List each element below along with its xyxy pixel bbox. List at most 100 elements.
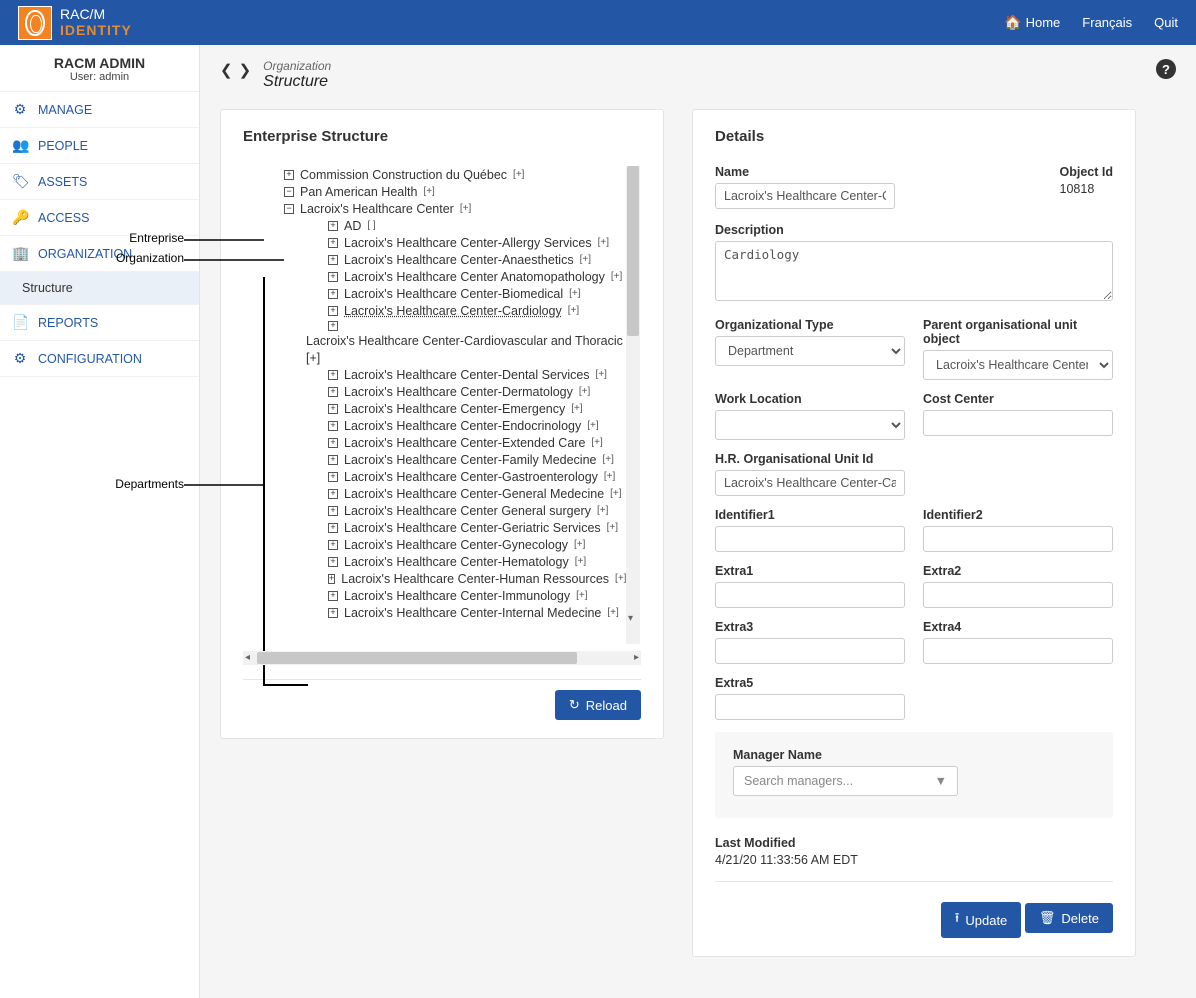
tree-node[interactable]: −Lacroix's Healthcare Center [+] (284, 200, 626, 217)
expand-icon[interactable]: + (328, 489, 338, 499)
scroll-thumb-h[interactable] (257, 652, 577, 664)
tree-node[interactable]: +Lacroix's Healthcare Center-Internal Me… (284, 604, 626, 621)
expand-icon[interactable]: + (328, 608, 338, 618)
expand-icon[interactable]: + (328, 540, 338, 550)
cost-input[interactable] (923, 410, 1113, 436)
nav-people[interactable]: 👥PEOPLE (0, 128, 199, 164)
e4-input[interactable] (923, 638, 1113, 664)
tree-node[interactable]: +Lacroix's Healthcare Center-Family Mede… (284, 451, 626, 468)
help-icon[interactable]: ? (1156, 59, 1176, 79)
expand-icon[interactable]: + (328, 472, 338, 482)
scroll-left-icon[interactable]: ◂ (245, 652, 250, 663)
inline-link-icon[interactable]: [+] (587, 420, 598, 431)
parent-select[interactable]: Lacroix's Healthcare Center (923, 350, 1113, 380)
expand-icon[interactable]: + (328, 255, 338, 265)
tree-node[interactable]: +Lacroix's Healthcare Center-Hematology … (284, 553, 626, 570)
tree-node[interactable]: +Lacroix's Healthcare Center-Gastroenter… (284, 468, 626, 485)
e3-input[interactable] (715, 638, 905, 664)
nav-reports[interactable]: 📄REPORTS (0, 305, 199, 341)
tree-node[interactable]: +Lacroix's Healthcare Center-Extended Ca… (284, 434, 626, 451)
inline-link-icon[interactable]: [+] (602, 454, 613, 465)
tree-node[interactable]: +Lacroix's Healthcare Center General sur… (284, 502, 626, 519)
inline-link-icon[interactable]: [+] (460, 203, 471, 214)
inline-link-icon[interactable]: [+] (569, 288, 580, 299)
scroll-right-icon[interactable]: ▸ (634, 652, 639, 663)
id1-input[interactable] (715, 526, 905, 552)
reload-button[interactable]: ↻Reload (555, 690, 641, 720)
manager-combo[interactable]: Search managers... ▼ (733, 766, 958, 796)
inline-link-icon[interactable]: [+] (591, 437, 602, 448)
inline-link-icon[interactable]: [+] (580, 254, 591, 265)
nav-down-icon[interactable]: ❯ (239, 61, 252, 79)
tree-node[interactable]: +Lacroix's Healthcare Center-Immunology … (284, 587, 626, 604)
id2-input[interactable] (923, 526, 1113, 552)
inline-link-icon[interactable]: [+] (579, 386, 590, 397)
inline-link-icon[interactable]: [+] (576, 590, 587, 601)
language-link[interactable]: Français (1082, 15, 1132, 30)
inline-link-icon[interactable]: [+] (607, 522, 618, 533)
expand-icon[interactable]: + (328, 387, 338, 397)
tree-node[interactable]: +Lacroix's Healthcare Center-Human Resso… (284, 570, 626, 587)
tree-node[interactable]: +Lacroix's Healthcare Center-Endocrinolo… (284, 417, 626, 434)
name-input[interactable] (715, 183, 895, 209)
home-link[interactable]: 🏠Home (1004, 14, 1060, 31)
inline-link-icon[interactable]: [+] (575, 556, 586, 567)
inline-link-icon[interactable]: [+] (611, 271, 622, 282)
inline-link-icon[interactable]: [+] (598, 237, 609, 248)
expand-icon[interactable]: + (328, 421, 338, 431)
nav-manage[interactable]: ⚙MANAGE (0, 92, 199, 128)
inline-link-icon[interactable]: [+] (604, 471, 615, 482)
tree-node[interactable]: +Lacroix's Healthcare Center Anatomopath… (284, 268, 626, 285)
scroll-thumb[interactable] (627, 166, 639, 336)
inline-link-icon[interactable]: [+] (513, 169, 524, 180)
expand-icon[interactable]: + (328, 523, 338, 533)
expand-icon[interactable]: + (328, 506, 338, 516)
inline-link-icon[interactable]: [+] (574, 539, 585, 550)
expand-icon[interactable]: − (284, 187, 294, 197)
tree-node[interactable]: +Lacroix's Healthcare Center-Anaesthetic… (284, 251, 626, 268)
inline-link-icon[interactable]: [+] (423, 186, 434, 197)
description-input[interactable]: Cardiology (715, 241, 1113, 301)
tree-node[interactable]: [+] (284, 349, 626, 366)
tree-node[interactable]: +Lacroix's Healthcare Center-Dermatology… (284, 383, 626, 400)
workloc-select[interactable] (715, 410, 905, 440)
tree-node[interactable]: +Commission Construction du Québec [+] (284, 166, 626, 183)
inline-link-icon[interactable]: [+] (610, 488, 621, 499)
tree-node[interactable]: +Lacroix's Healthcare Center-Cardiology … (284, 302, 626, 319)
expand-icon[interactable]: + (328, 574, 335, 584)
expand-icon[interactable]: + (328, 404, 338, 414)
nav-configuration[interactable]: ⚙CONFIGURATION (0, 341, 199, 377)
orgtype-select[interactable]: Department (715, 336, 905, 366)
tree-node[interactable]: +Lacroix's Healthcare Center-Gynecology … (284, 536, 626, 553)
scroll-down-icon[interactable]: ▾ (628, 613, 633, 624)
expand-icon[interactable]: + (328, 438, 338, 448)
nav-structure[interactable]: Structure (0, 272, 199, 305)
tree-node[interactable]: +Lacroix's Healthcare Center-Emergency [… (284, 400, 626, 417)
expand-icon[interactable]: + (328, 321, 338, 331)
tree-node[interactable]: +Lacroix's Healthcare Center-Allergy Ser… (284, 234, 626, 251)
inline-link-icon[interactable]: [+] (571, 403, 582, 414)
expand-icon[interactable]: + (328, 289, 338, 299)
quit-link[interactable]: Quit (1154, 15, 1178, 30)
expand-icon[interactable]: + (328, 306, 338, 316)
tree-node[interactable]: + (284, 319, 626, 332)
e5-input[interactable] (715, 694, 905, 720)
delete-button[interactable]: 🗑Delete (1025, 903, 1113, 933)
inline-link-icon[interactable]: [+] (615, 573, 626, 584)
expand-icon[interactable]: + (284, 170, 294, 180)
inline-link-icon[interactable]: [ ] (367, 220, 375, 231)
horizontal-scrollbar[interactable]: ◂ ▸ (243, 651, 641, 665)
inline-link-icon[interactable]: [+] (568, 305, 579, 316)
expand-icon[interactable]: + (328, 272, 338, 282)
expand-icon[interactable]: + (328, 370, 338, 380)
tree-node[interactable]: Lacroix's Healthcare Center-Cardiovascul… (284, 332, 626, 349)
inline-link-icon[interactable]: [+] (596, 369, 607, 380)
expand-icon[interactable]: + (328, 238, 338, 248)
tree-node[interactable]: +Lacroix's Healthcare Center-General Med… (284, 485, 626, 502)
update-button[interactable]: ⭱Update (941, 902, 1021, 938)
nav-assets[interactable]: 🏷ASSETS (0, 164, 199, 200)
expand-icon[interactable]: + (328, 455, 338, 465)
expand-icon[interactable]: − (284, 204, 294, 214)
nav-back-icon[interactable]: ❮ (220, 61, 233, 79)
expand-icon[interactable]: + (328, 591, 338, 601)
